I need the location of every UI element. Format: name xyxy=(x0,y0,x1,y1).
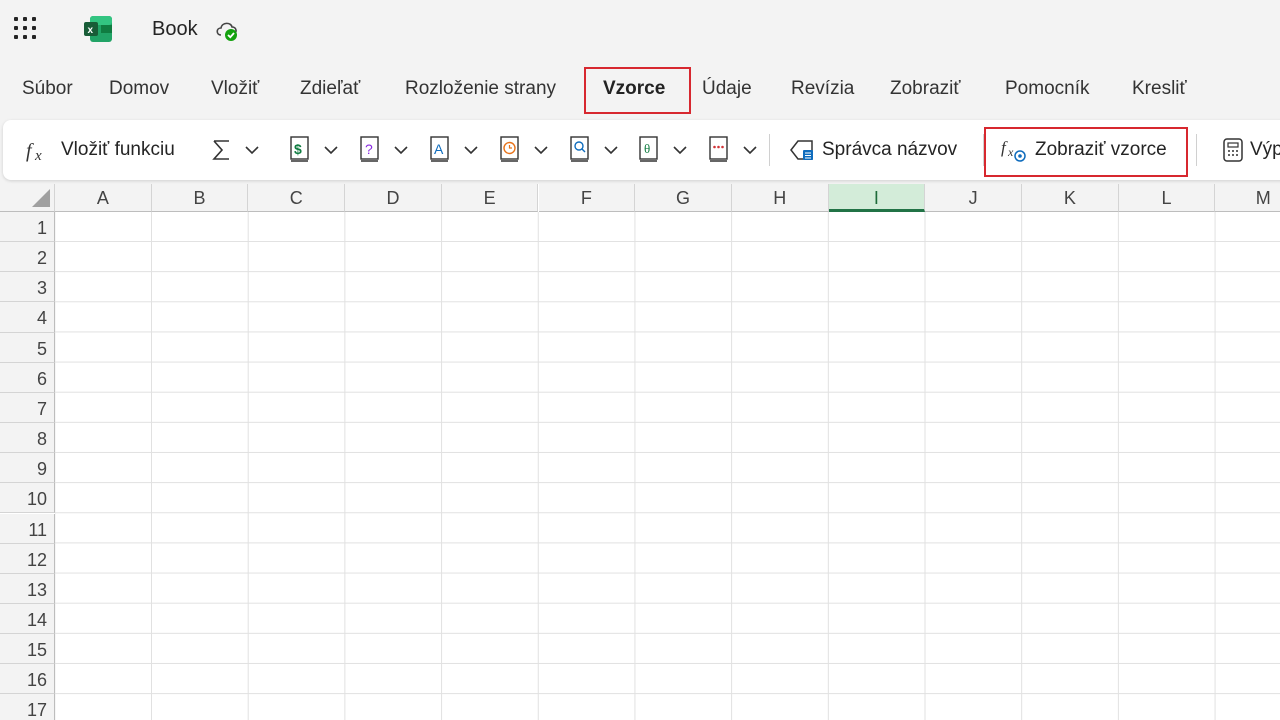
document-title[interactable]: Book xyxy=(152,18,198,41)
more-functions-icon xyxy=(709,136,728,162)
row-header-7[interactable]: 7 xyxy=(0,392,55,424)
insert-function-button[interactable]: f x Vložiť funkciu xyxy=(25,120,175,180)
row-header-2[interactable]: 2 xyxy=(0,242,55,273)
column-header-d[interactable]: D xyxy=(345,184,442,212)
row-header-16[interactable]: 16 xyxy=(0,664,55,695)
formulas-tab-highlight xyxy=(584,67,691,114)
column-header-a[interactable]: A xyxy=(55,184,152,212)
financial-icon: $ xyxy=(290,136,309,162)
chevron-down-icon xyxy=(394,146,408,155)
chevron-down-icon xyxy=(464,146,478,155)
column-header-h[interactable]: H xyxy=(731,184,829,212)
row-header-9[interactable]: 9 xyxy=(0,453,55,484)
svg-text:$: $ xyxy=(294,141,302,157)
spreadsheet-grid[interactable]: ABCDEFGHIJKLM 1 2 3 4 5 6 7 8 9 10 11 12 13 14 15 16 17 xyxy=(0,184,1280,720)
column-header-j[interactable]: J xyxy=(925,184,1022,212)
row-header-3[interactable]: 3 xyxy=(0,272,55,303)
tab-help[interactable]: Pomocník xyxy=(1005,66,1089,114)
tab-file[interactable]: Súbor xyxy=(22,66,73,114)
tab-draw[interactable]: Kresliť xyxy=(1132,66,1187,114)
more-functions-button[interactable] xyxy=(706,120,758,180)
row-header-8[interactable]: 8 xyxy=(0,423,55,454)
svg-text:A: A xyxy=(434,141,444,157)
cloud-saved-icon[interactable] xyxy=(214,17,242,43)
app-launcher-icon[interactable] xyxy=(14,17,38,41)
select-all-corner[interactable] xyxy=(0,184,55,212)
chevron-down-icon xyxy=(324,146,338,155)
column-header-f[interactable]: F xyxy=(538,184,636,212)
date-time-functions-button[interactable] xyxy=(497,120,549,180)
excel-logo-icon[interactable]: x xyxy=(84,16,112,42)
row-header-14[interactable]: 14 xyxy=(0,603,55,635)
name-manager-button[interactable]: Správca názvov xyxy=(788,120,957,180)
svg-text:f: f xyxy=(26,140,34,162)
row-header-5[interactable]: 5 xyxy=(0,332,55,363)
tab-data[interactable]: Údaje xyxy=(702,66,752,114)
row-header-6[interactable]: 6 xyxy=(0,362,55,393)
svg-text:x: x xyxy=(88,25,94,36)
calculation-options-button[interactable]: Výp xyxy=(1220,120,1280,180)
math-functions-button[interactable]: θ xyxy=(636,120,688,180)
name-manager-icon xyxy=(790,140,813,160)
show-formulas-highlight xyxy=(984,127,1188,177)
ribbon-divider xyxy=(769,134,770,166)
text-functions-button[interactable]: A xyxy=(427,120,479,180)
chevron-down-icon xyxy=(245,146,259,155)
column-header-i[interactable]: I xyxy=(828,184,926,212)
column-header-e[interactable]: E xyxy=(441,184,539,212)
calculator-icon xyxy=(1223,138,1243,162)
lookup-functions-button[interactable] xyxy=(567,120,619,180)
svg-text:?: ? xyxy=(365,141,373,157)
title-bar: x Book xyxy=(0,0,1280,58)
function-icon: f x xyxy=(26,140,42,164)
lookup-icon xyxy=(570,136,589,162)
row-header-12[interactable]: 12 xyxy=(0,543,55,574)
chevron-down-icon xyxy=(743,146,757,155)
row-header-13[interactable]: 13 xyxy=(0,573,55,604)
svg-text:x: x xyxy=(34,148,42,164)
row-header-4[interactable]: 4 xyxy=(0,302,55,333)
sigma-icon xyxy=(212,140,229,160)
row-header-1[interactable]: 1 xyxy=(0,212,55,243)
insert-function-label: Vložiť funkciu xyxy=(61,139,175,160)
chevron-down-icon xyxy=(534,146,548,155)
tab-page-layout[interactable]: Rozloženie strany xyxy=(405,66,556,114)
tab-review[interactable]: Revízia xyxy=(791,66,854,114)
column-header-g[interactable]: G xyxy=(635,184,732,212)
tab-home[interactable]: Domov xyxy=(109,66,169,114)
row-header-15[interactable]: 15 xyxy=(0,634,55,665)
ribbon-divider xyxy=(1196,134,1197,166)
row-header-10[interactable]: 10 xyxy=(0,483,55,514)
chevron-down-icon xyxy=(673,146,687,155)
logical-functions-button[interactable]: ? xyxy=(357,120,409,180)
svg-text:θ: θ xyxy=(644,141,650,156)
row-header-11[interactable]: 11 xyxy=(0,513,55,544)
text-icon: A xyxy=(430,136,449,162)
column-header-c[interactable]: C xyxy=(248,184,346,212)
calculation-label: Výp xyxy=(1250,139,1280,160)
autosum-button[interactable] xyxy=(210,120,260,180)
financial-functions-button[interactable]: $ xyxy=(287,120,339,180)
clock-icon xyxy=(500,136,519,162)
column-header-b[interactable]: B xyxy=(151,184,249,212)
column-header-l[interactable]: L xyxy=(1118,184,1216,212)
tab-share[interactable]: Zdieľať xyxy=(300,66,360,114)
tab-view[interactable]: Zobraziť xyxy=(890,66,960,114)
chevron-down-icon xyxy=(604,146,618,155)
cell-area[interactable] xyxy=(55,212,1280,720)
row-header-17[interactable]: 17 xyxy=(0,694,55,720)
name-manager-label: Správca názvov xyxy=(822,139,958,160)
column-header-k[interactable]: K xyxy=(1022,184,1119,212)
tab-insert[interactable]: Vložiť xyxy=(211,66,259,114)
logical-icon: ? xyxy=(360,136,379,162)
math-icon: θ xyxy=(639,136,658,162)
column-header-m[interactable]: M xyxy=(1215,184,1280,212)
